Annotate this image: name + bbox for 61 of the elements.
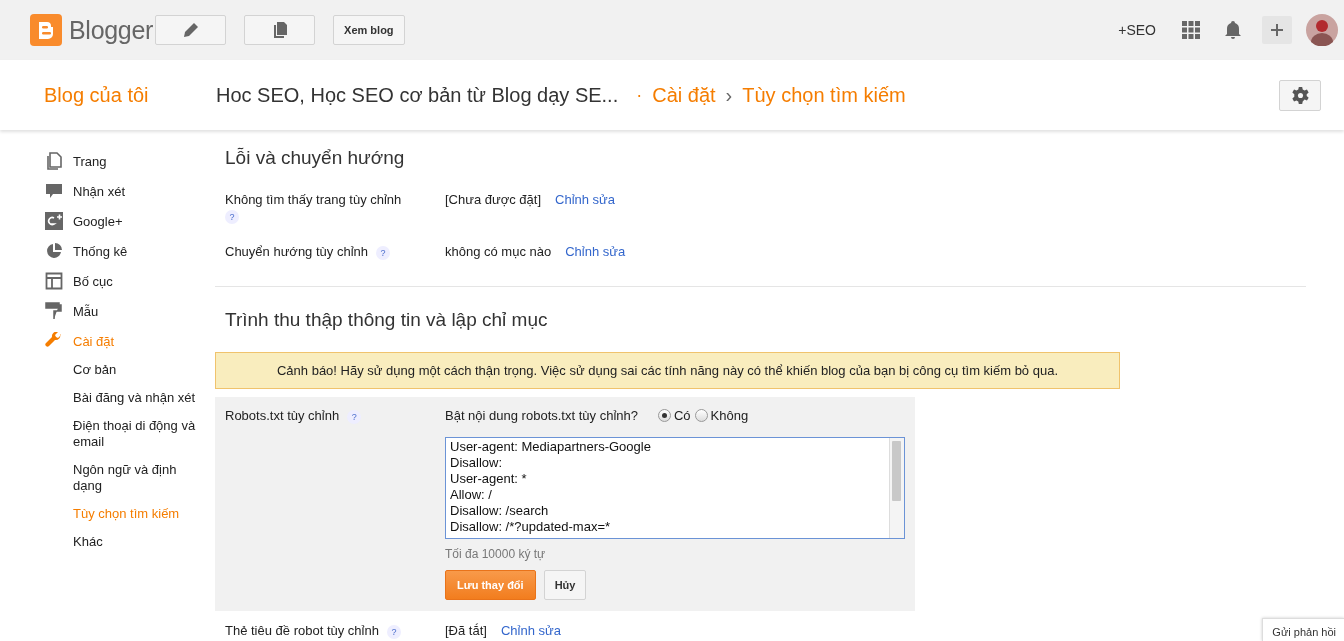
documents-icon [271, 21, 288, 39]
settings-button[interactable] [1279, 79, 1321, 111]
speech-bubble-icon [45, 182, 63, 200]
setting-label: Thẻ tiêu đề robot tùy chỉnh [225, 623, 379, 638]
sidebar-item[interactable]: Thống kê [45, 236, 215, 266]
sidebar-item[interactable]: Mẫu [45, 296, 215, 326]
radio-button[interactable] [694, 409, 708, 422]
help-icon[interactable]: ? [376, 245, 390, 260]
profile-link[interactable]: +SEO [1118, 22, 1156, 38]
sidebar-item[interactable]: Bố cục [45, 266, 215, 296]
sidebar-item[interactable]: Trang [45, 146, 215, 176]
view-blog-button[interactable]: Xem blog [333, 15, 405, 45]
section-title: Lỗi và chuyển hướng [225, 147, 406, 169]
setting-label: Robots.txt tùy chỉnh [225, 408, 340, 423]
section-title: Trình thu thập thông tin và lập chỉ mục [225, 309, 549, 331]
sidebar-subitem[interactable]: Khác [45, 528, 203, 556]
separator-dot: · [636, 84, 643, 106]
pages-icon [45, 152, 63, 170]
avatar[interactable] [1306, 14, 1338, 46]
radio-option[interactable]: Không [694, 408, 749, 423]
sidebar-subitem[interactable]: Ngôn ngữ và định dạng [45, 456, 203, 500]
pie-chart-icon [45, 242, 63, 260]
question-label: Bật nội dung robots.txt tùy chỉnh? [445, 408, 638, 423]
setting-label: Không tìm thấy trang tùy chỉnh [225, 192, 402, 207]
edit-link[interactable]: Chỉnh sửa [500, 623, 561, 639]
sidebar-subitem[interactable]: Điện thoại di động và email [45, 412, 203, 456]
warning-banner: Cảnh báo! Hãy sử dụng một cách thận trọng. Việc sử dụng sai các tính năng này có thể khiến blog của bạn bị công cụ tìm kiếm bỏ qua. [215, 352, 1120, 389]
radio-option[interactable]: Có [657, 408, 691, 423]
layout-icon [45, 272, 63, 290]
setting-value: [Chưa được đặt] [445, 192, 542, 208]
sidebar-item[interactable]: Nhận xét [45, 176, 215, 206]
edit-link[interactable]: Chỉnh sửa [555, 192, 616, 208]
help-icon[interactable]: ? [347, 409, 362, 424]
sidebar-subitem[interactable]: Bài đăng và nhận xét [45, 384, 203, 412]
cancel-button[interactable]: Hủy [543, 570, 587, 600]
help-icon[interactable]: ? [225, 209, 239, 224]
edit-link[interactable]: Chỉnh sửa [565, 244, 626, 260]
radio-button[interactable] [657, 409, 671, 422]
paint-roller-icon [45, 302, 63, 320]
new-post-button[interactable] [155, 15, 227, 45]
logo-text[interactable]: Blogger [69, 15, 154, 45]
bell-icon[interactable] [1224, 20, 1242, 40]
pencil-icon [182, 22, 199, 38]
apps-grid-icon[interactable] [1182, 21, 1200, 39]
wrench-icon [45, 332, 63, 350]
plus-icon [1270, 23, 1284, 37]
setting-label: Chuyển hướng tùy chỉnh [225, 244, 368, 259]
breadcrumb-arrow: › [725, 83, 733, 107]
hint-text: Tối đa 10000 ký tự [445, 547, 547, 561]
help-icon[interactable]: ? [386, 624, 401, 639]
sidebar-subitem[interactable]: Cơ bản [45, 356, 203, 384]
sidebar-item[interactable]: Google+ [45, 206, 215, 236]
blog-title[interactable]: Hoc SEO, Học SEO cơ bản từ Blog dạy SE... [216, 83, 619, 107]
share-button[interactable] [1262, 16, 1292, 44]
settings-icon [1291, 86, 1309, 104]
feedback-button[interactable]: Gửi phản hồi [1262, 618, 1344, 641]
robots-text-field[interactable]: User-agent: Mediapartners-Google Disallow: User-agent: * Allow: / Disallow: /search Disallow: /*?updated-max=* [445, 437, 905, 539]
setting-value: [Đã tắt] [445, 623, 487, 639]
setting-value: không có mục nào [445, 244, 552, 260]
posts-list-button[interactable] [244, 15, 316, 45]
google-plus-icon [45, 212, 63, 230]
